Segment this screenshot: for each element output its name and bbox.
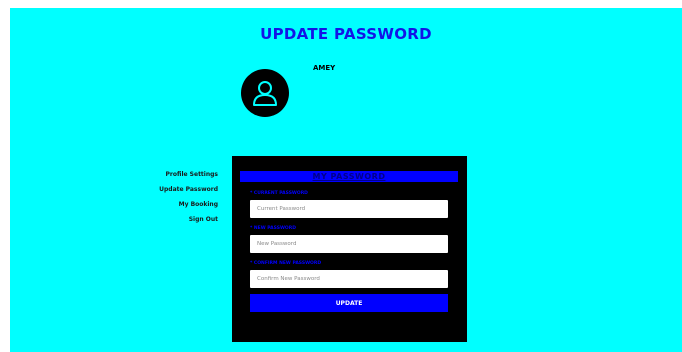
user-icon: [253, 81, 277, 106]
update-button[interactable]: UPDATE: [250, 294, 448, 312]
current-password-label: * CURRENT PASSWORD: [250, 191, 308, 196]
form-heading: MY PASSWORD: [240, 171, 458, 182]
new-password-label: * NEW PASSWORD: [250, 226, 296, 231]
sidebar-item-profile-settings[interactable]: Profile Settings: [130, 167, 218, 182]
sidebar-menu: Profile Settings Update Password My Book…: [130, 167, 218, 227]
new-password-input[interactable]: [250, 235, 448, 253]
sidebar-item-update-password[interactable]: Update Password: [130, 182, 218, 197]
sidebar-item-sign-out[interactable]: Sign Out: [130, 212, 218, 227]
profile-username: AMEY: [313, 64, 336, 72]
password-form-panel: MY PASSWORD * CURRENT PASSWORD * NEW PAS…: [232, 156, 467, 342]
confirm-password-input[interactable]: [250, 270, 448, 288]
page-title: UPDATE PASSWORD: [260, 25, 432, 43]
avatar: [241, 69, 289, 117]
page-background: UPDATE PASSWORD AMEY Profile Settings Up…: [10, 8, 682, 352]
current-password-input[interactable]: [250, 200, 448, 218]
confirm-password-label: * CONFIRM NEW PASSWORD: [250, 261, 322, 266]
sidebar-item-my-booking[interactable]: My Booking: [130, 197, 218, 212]
